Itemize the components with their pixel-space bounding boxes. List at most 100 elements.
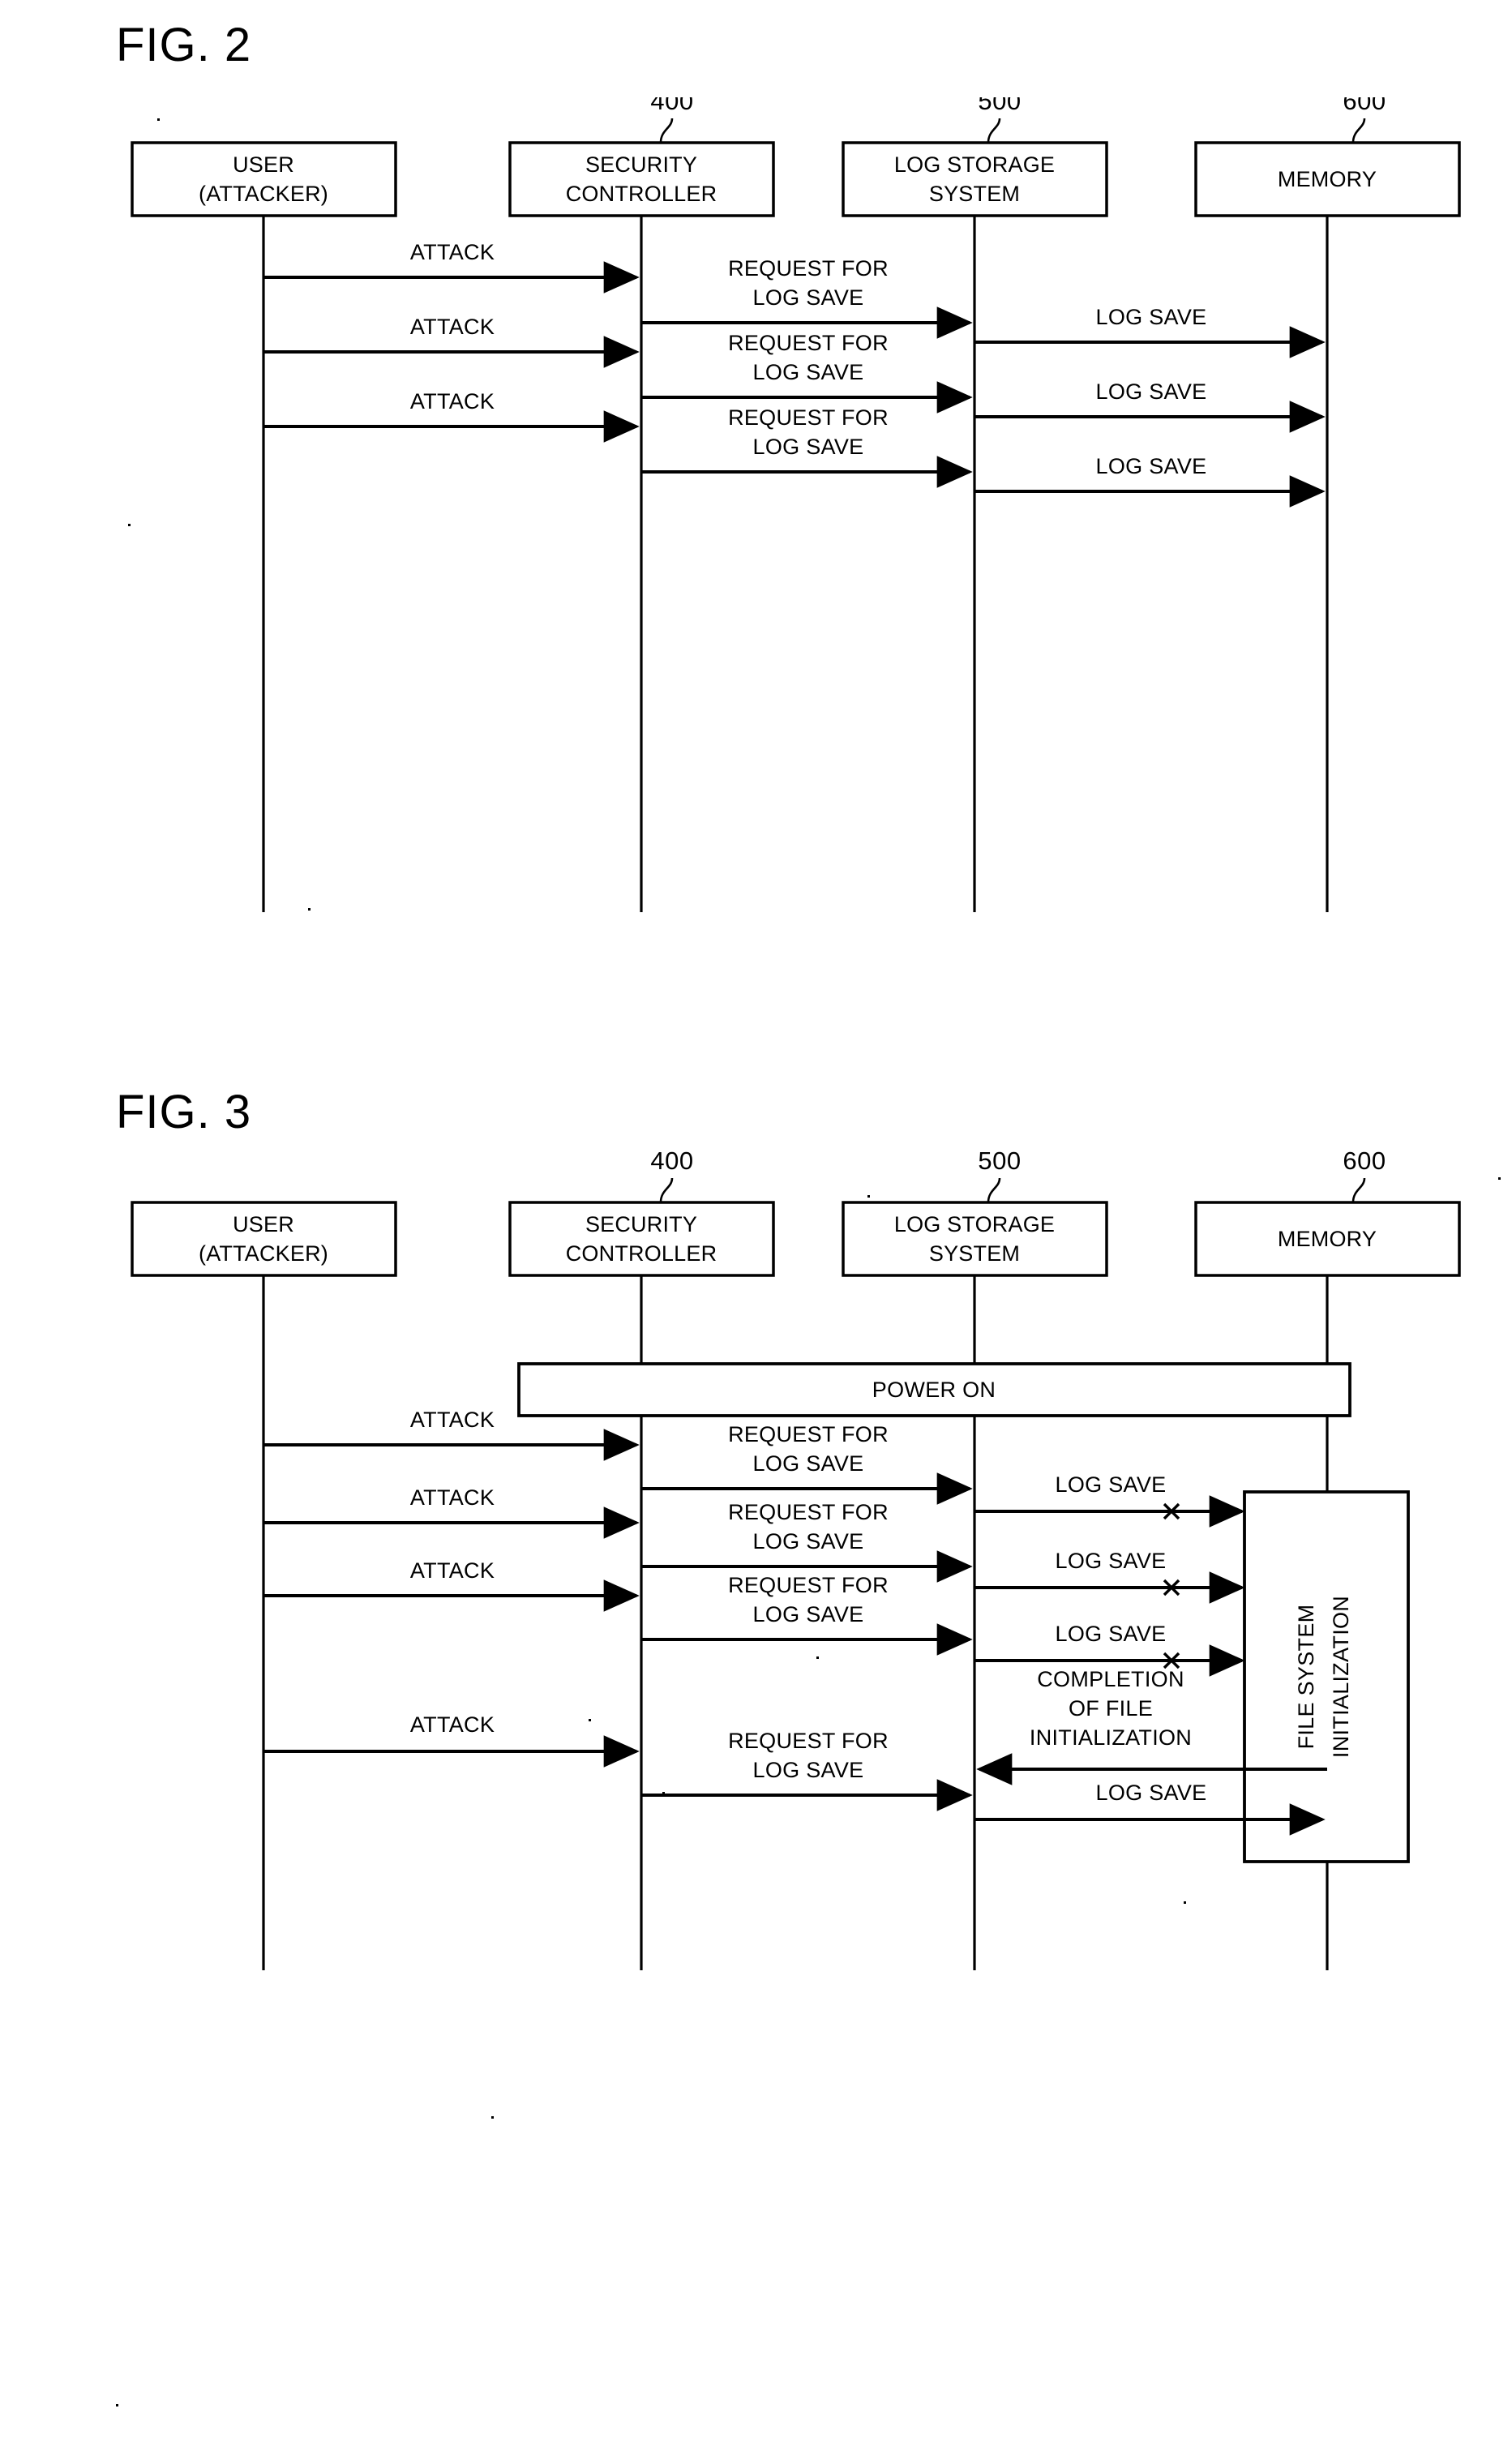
fig2-participant-log-storage-system: LOG STORAGE SYSTEM bbox=[842, 141, 1108, 217]
participant-label-line: LOG STORAGE bbox=[894, 152, 1055, 177]
message-label-line: ATTACK bbox=[410, 1408, 495, 1432]
fig2-message-8: REQUEST FOR LOG SAVE bbox=[641, 405, 973, 488]
activation-label-line: INITIALIZATION bbox=[1329, 1596, 1353, 1758]
scan-speck bbox=[308, 908, 311, 911]
participant-label-line: CONTROLLER bbox=[566, 182, 717, 206]
message-label-line: ATTACK bbox=[410, 315, 495, 339]
fig2-message-2: REQUEST FOR LOG SAVE bbox=[641, 256, 973, 339]
scan-speck bbox=[816, 1656, 819, 1659]
fig3-message-4: ATTACK bbox=[263, 1485, 640, 1539]
scan-speck bbox=[157, 118, 160, 121]
message-label-line: LOG SAVE bbox=[1056, 1472, 1167, 1497]
fig3-message-6: LOG SAVE bbox=[974, 1549, 1245, 1604]
fig2-message-5: REQUEST FOR LOG SAVE bbox=[641, 331, 973, 414]
fig3-participant-log-storage-system: LOG STORAGE SYSTEM bbox=[842, 1201, 1108, 1277]
scan-speck bbox=[589, 1719, 591, 1721]
fig3-reference-numerals: 400 500 600 bbox=[650, 1151, 1386, 1203]
power-on-label: POWER ON bbox=[872, 1378, 996, 1402]
message-label-line: REQUEST FOR bbox=[728, 1573, 889, 1597]
participant-label-line: LOG STORAGE bbox=[894, 1212, 1055, 1236]
ref-numeral-400: 400 bbox=[650, 1151, 693, 1175]
ref-numeral-600: 600 bbox=[1343, 1151, 1386, 1175]
message-label-line: LOG SAVE bbox=[753, 360, 864, 384]
message-label-line: LOG SAVE bbox=[753, 1451, 864, 1476]
figure-3-sequence-diagram: 400 500 600 USER (ATTACKER) SECURITY CON… bbox=[131, 1151, 1461, 1970]
message-label-line: REQUEST FOR bbox=[728, 331, 889, 355]
participant-label-line: USER bbox=[233, 152, 294, 177]
ref-numeral-500: 500 bbox=[978, 97, 1021, 115]
fig3-message-8: REQUEST FOR LOG SAVE bbox=[641, 1573, 973, 1656]
message-label-line: REQUEST FOR bbox=[728, 1422, 889, 1446]
participant-label-line: SYSTEM bbox=[929, 1241, 1020, 1266]
message-label-line: REQUEST FOR bbox=[728, 405, 889, 430]
participant-label-line: CONTROLLER bbox=[566, 1241, 717, 1266]
fig3-message-5: REQUEST FOR LOG SAVE bbox=[641, 1500, 973, 1583]
message-label-line: REQUEST FOR bbox=[728, 256, 889, 281]
fig2-message-9: LOG SAVE bbox=[974, 454, 1326, 508]
scan-speck bbox=[1498, 1177, 1501, 1180]
patent-drawing-page: FIG. 2 400 500 600 USER (ATTACKER) SECUR… bbox=[0, 0, 1512, 2460]
fig3-power-on-bar: POWER ON bbox=[517, 1362, 1351, 1417]
fig3-participant-security-controller: SECURITY CONTROLLER bbox=[508, 1201, 775, 1277]
fig3-file-system-initialization-box: FILE SYSTEM INITIALIZATION bbox=[1243, 1490, 1410, 1863]
message-label-line: LOG SAVE bbox=[1096, 1781, 1207, 1805]
participant-label-line: USER bbox=[233, 1212, 294, 1236]
message-label-line: INITIALIZATION bbox=[1030, 1725, 1192, 1750]
ref-numeral-600: 600 bbox=[1343, 97, 1386, 115]
fig2-participant-memory: MEMORY bbox=[1194, 141, 1461, 217]
message-label-line: ATTACK bbox=[410, 1558, 495, 1583]
message-label-line: LOG SAVE bbox=[1096, 305, 1207, 329]
fig2-participant-security-controller: SECURITY CONTROLLER bbox=[508, 141, 775, 217]
figure-3-title: FIG. 3 bbox=[116, 1086, 252, 1138]
fig2-message-7: ATTACK bbox=[263, 389, 640, 443]
fig3-message-3: LOG SAVE bbox=[974, 1472, 1245, 1528]
message-label-line: OF FILE bbox=[1069, 1696, 1153, 1721]
scan-speck bbox=[128, 524, 131, 526]
message-label-line: ATTACK bbox=[410, 1485, 495, 1510]
message-label-line: LOG SAVE bbox=[753, 435, 864, 459]
message-label-line: REQUEST FOR bbox=[728, 1500, 889, 1524]
message-label-line: ATTACK bbox=[410, 1712, 495, 1737]
fig3-participant-memory: MEMORY bbox=[1194, 1201, 1461, 1277]
message-label-line: LOG SAVE bbox=[753, 1602, 864, 1626]
fig2-reference-numerals: 400 500 600 bbox=[650, 97, 1386, 144]
message-label-line: LOG SAVE bbox=[753, 1529, 864, 1554]
scan-speck bbox=[662, 1792, 665, 1794]
scan-speck bbox=[491, 2116, 494, 2119]
fig3-message-11: ATTACK bbox=[263, 1712, 640, 1768]
message-label-line: COMPLETION bbox=[1037, 1667, 1184, 1691]
activation-label-line: FILE SYSTEM bbox=[1294, 1605, 1318, 1750]
participant-label-line: (ATTACKER) bbox=[199, 182, 328, 206]
participant-label-line: (ATTACKER) bbox=[199, 1241, 328, 1266]
fig2-participant-user: USER (ATTACKER) bbox=[131, 141, 397, 217]
message-label-line: LOG SAVE bbox=[753, 285, 864, 310]
message-label-line: ATTACK bbox=[410, 389, 495, 414]
fig2-message-3: LOG SAVE bbox=[974, 305, 1326, 358]
scan-speck bbox=[116, 2404, 118, 2406]
fig3-participant-user: USER (ATTACKER) bbox=[131, 1201, 397, 1277]
participant-label-line: MEMORY bbox=[1278, 167, 1377, 191]
figure-2-sequence-diagram: 400 500 600 USER (ATTACKER) SECURITY CON… bbox=[131, 97, 1461, 912]
fig3-message-2: REQUEST FOR LOG SAVE bbox=[641, 1422, 973, 1505]
message-label-line: ATTACK bbox=[410, 240, 495, 264]
ref-numeral-400: 400 bbox=[650, 97, 693, 115]
ref-numeral-500: 500 bbox=[978, 1151, 1021, 1175]
participant-label-line: SECURITY bbox=[585, 152, 697, 177]
message-label-line: LOG SAVE bbox=[1056, 1549, 1167, 1573]
fig3-message-9: LOG SAVE bbox=[974, 1622, 1245, 1677]
participant-label-line: SYSTEM bbox=[929, 182, 1020, 206]
fig2-message-1: ATTACK bbox=[263, 240, 640, 294]
figure-2-title: FIG. 2 bbox=[116, 19, 252, 71]
participant-label-line: MEMORY bbox=[1278, 1227, 1377, 1251]
message-label-line: LOG SAVE bbox=[1096, 379, 1207, 404]
scan-speck bbox=[867, 1195, 870, 1198]
message-label-line: LOG SAVE bbox=[1096, 454, 1207, 478]
message-label-line: REQUEST FOR bbox=[728, 1729, 889, 1753]
scan-speck bbox=[1184, 1901, 1186, 1904]
message-label-line: LOG SAVE bbox=[1056, 1622, 1167, 1646]
fig2-message-6: LOG SAVE bbox=[974, 379, 1326, 433]
message-label-line: LOG SAVE bbox=[753, 1758, 864, 1782]
participant-label-line: SECURITY bbox=[585, 1212, 697, 1236]
fig3-message-7: ATTACK bbox=[263, 1558, 640, 1612]
fig3-message-12: REQUEST FOR LOG SAVE bbox=[641, 1729, 973, 1811]
